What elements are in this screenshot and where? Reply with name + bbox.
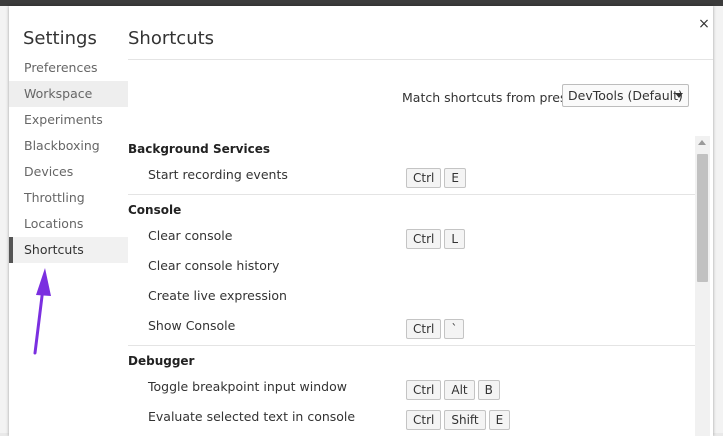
annotation-arrow: [33, 268, 51, 355]
arrow-head-icon: [36, 268, 51, 296]
